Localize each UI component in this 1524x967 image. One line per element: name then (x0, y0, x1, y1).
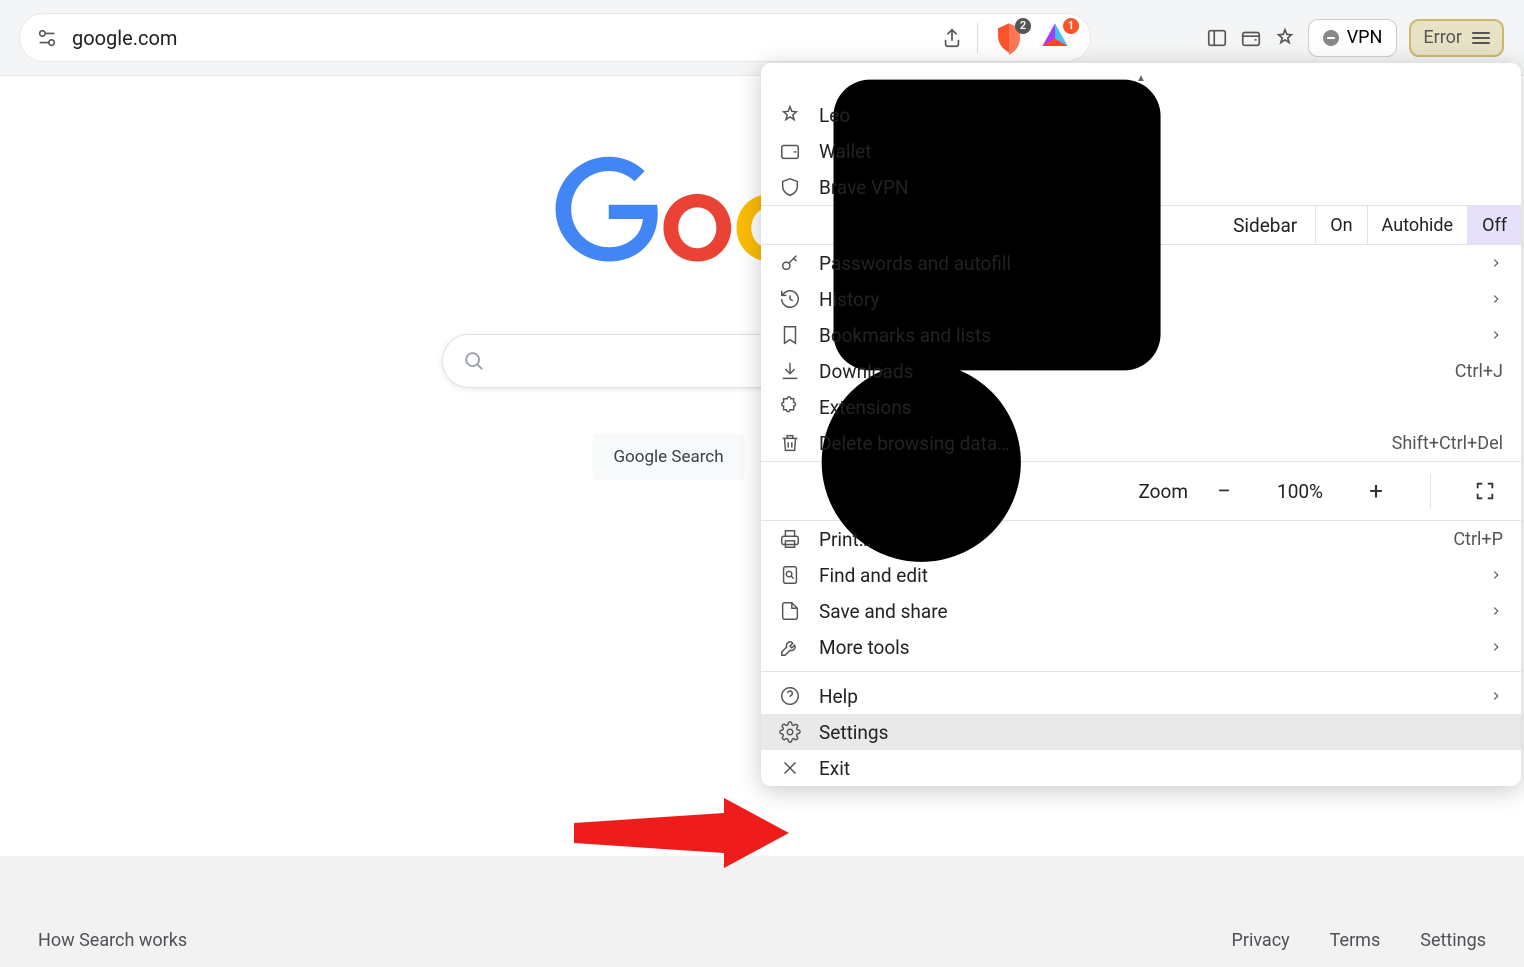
wallet-icon (779, 140, 801, 162)
menu-zoom: Zoom − 100% + (761, 461, 1521, 521)
trash-icon (779, 432, 801, 454)
menu-label: Delete browsing data… (819, 432, 1374, 455)
gear-icon (779, 721, 801, 743)
menu-label: Help (819, 685, 1471, 708)
menu-brave-vpn[interactable]: Brave VPN (761, 169, 1521, 205)
find-icon (779, 564, 801, 586)
zoom-out-button[interactable]: − (1206, 473, 1242, 509)
leo-icon[interactable] (1274, 27, 1296, 49)
chevron-right-icon (1489, 292, 1503, 306)
footer-lower: How Search works Privacy Terms Settings (0, 914, 1524, 967)
sidebar-autohide[interactable]: Autohide (1367, 206, 1468, 244)
google-search-button[interactable]: Google Search (592, 434, 744, 480)
key-icon (779, 252, 801, 274)
menu-shortcut: Ctrl+J (1455, 361, 1503, 382)
menu-label: More tools (819, 636, 1471, 659)
download-icon (779, 360, 801, 382)
vpn-status-dot (1323, 30, 1339, 46)
vpn-button[interactable]: VPN (1308, 19, 1398, 57)
error-menu-button[interactable]: Error (1409, 19, 1504, 57)
zoom-value: 100% (1270, 480, 1330, 503)
menu-label: Brave VPN (819, 176, 1503, 199)
file-icon (779, 600, 801, 622)
help-icon (779, 685, 801, 707)
hamburger-icon (1472, 32, 1490, 44)
menu-history[interactable]: History (761, 281, 1521, 317)
sidebar-off[interactable]: Off (1467, 206, 1521, 244)
site-settings-icon[interactable] (36, 27, 58, 49)
menu-label: Settings (819, 721, 1503, 744)
menu-label: Save and share (819, 600, 1471, 623)
chevron-right-icon (1489, 604, 1503, 618)
menu-label: Find and edit (819, 564, 1471, 587)
menu-passwords[interactable]: Passwords and autofill (761, 245, 1521, 281)
menu-settings[interactable]: Settings (761, 714, 1521, 750)
menu-label: Sidebar (1233, 214, 1297, 237)
fullscreen-button[interactable] (1467, 473, 1503, 509)
menu-more-tools[interactable]: More tools (761, 629, 1521, 665)
url-input[interactable] (72, 26, 1074, 50)
search-icon (463, 350, 485, 372)
puzzle-icon (779, 396, 801, 418)
menu-bookmarks[interactable]: Bookmarks and lists (761, 317, 1521, 353)
footer-terms[interactable]: Terms (1330, 930, 1381, 951)
brave-shields-icon[interactable]: 2 (992, 21, 1026, 55)
menu-print[interactable]: Print… Ctrl+P (761, 521, 1521, 557)
menu-save-share[interactable]: Save and share (761, 593, 1521, 629)
menu-exit[interactable]: Exit (761, 750, 1521, 786)
app-menu: ▲ Leo Wallet Brave VPN Sidebar On Autohi… (761, 63, 1521, 786)
menu-label: Extensions (819, 396, 1503, 419)
menu-label: Passwords and autofill (819, 252, 1471, 275)
bookmark-icon (779, 324, 801, 346)
chevron-right-icon (1489, 689, 1503, 703)
footer-upper (0, 856, 1524, 914)
menu-label: History (819, 288, 1471, 311)
footer-how-search-works[interactable]: How Search works (38, 930, 187, 951)
close-icon (779, 757, 801, 779)
tools-icon (779, 636, 801, 658)
footer-settings[interactable]: Settings (1420, 930, 1486, 951)
vpn-shield-icon (779, 176, 801, 198)
menu-label: Print… (819, 528, 1435, 551)
menu-wallet[interactable]: Wallet (761, 133, 1521, 169)
vpn-label: VPN (1347, 27, 1383, 48)
address-bar[interactable]: 2 1 (20, 14, 1090, 61)
zoom-in-button[interactable]: + (1358, 473, 1394, 509)
sidebar-toggle-icon[interactable] (1206, 27, 1228, 49)
print-icon (779, 528, 801, 550)
menu-sidebar: Sidebar On Autohide Off (761, 205, 1521, 245)
menu-label: Wallet (819, 140, 1503, 163)
menu-downloads[interactable]: Downloads Ctrl+J (761, 353, 1521, 389)
chevron-right-icon (1489, 256, 1503, 270)
wallet-icon[interactable] (1240, 27, 1262, 49)
brave-rewards-icon[interactable]: 1 (1040, 21, 1074, 55)
share-icon[interactable] (941, 27, 963, 49)
menu-leo[interactable]: Leo (761, 97, 1521, 133)
chevron-right-icon (1489, 568, 1503, 582)
menu-label: Zoom (1138, 480, 1188, 503)
chevron-right-icon (1489, 328, 1503, 342)
history-icon (779, 288, 801, 310)
menu-shortcut: Ctrl+P (1453, 529, 1503, 550)
shields-badge: 2 (1015, 18, 1031, 34)
menu-extensions[interactable]: Extensions (761, 389, 1521, 425)
sidebar-on[interactable]: On (1315, 206, 1366, 244)
footer-privacy[interactable]: Privacy (1232, 930, 1290, 951)
menu-shortcut: Shift+Ctrl+Del (1392, 433, 1503, 454)
menu-label: Exit (819, 757, 1503, 780)
menu-label: Downloads (819, 360, 1437, 383)
menu-label: Leo (819, 104, 1503, 127)
chevron-right-icon (1489, 640, 1503, 654)
rewards-badge: 1 (1063, 18, 1079, 34)
leo-icon (779, 104, 801, 126)
menu-help[interactable]: Help (761, 678, 1521, 714)
menu-label: Bookmarks and lists (819, 324, 1471, 347)
menu-find[interactable]: Find and edit (761, 557, 1521, 593)
menu-delete-browsing[interactable]: Delete browsing data… Shift+Ctrl+Del (761, 425, 1521, 461)
error-label: Error (1423, 27, 1462, 48)
